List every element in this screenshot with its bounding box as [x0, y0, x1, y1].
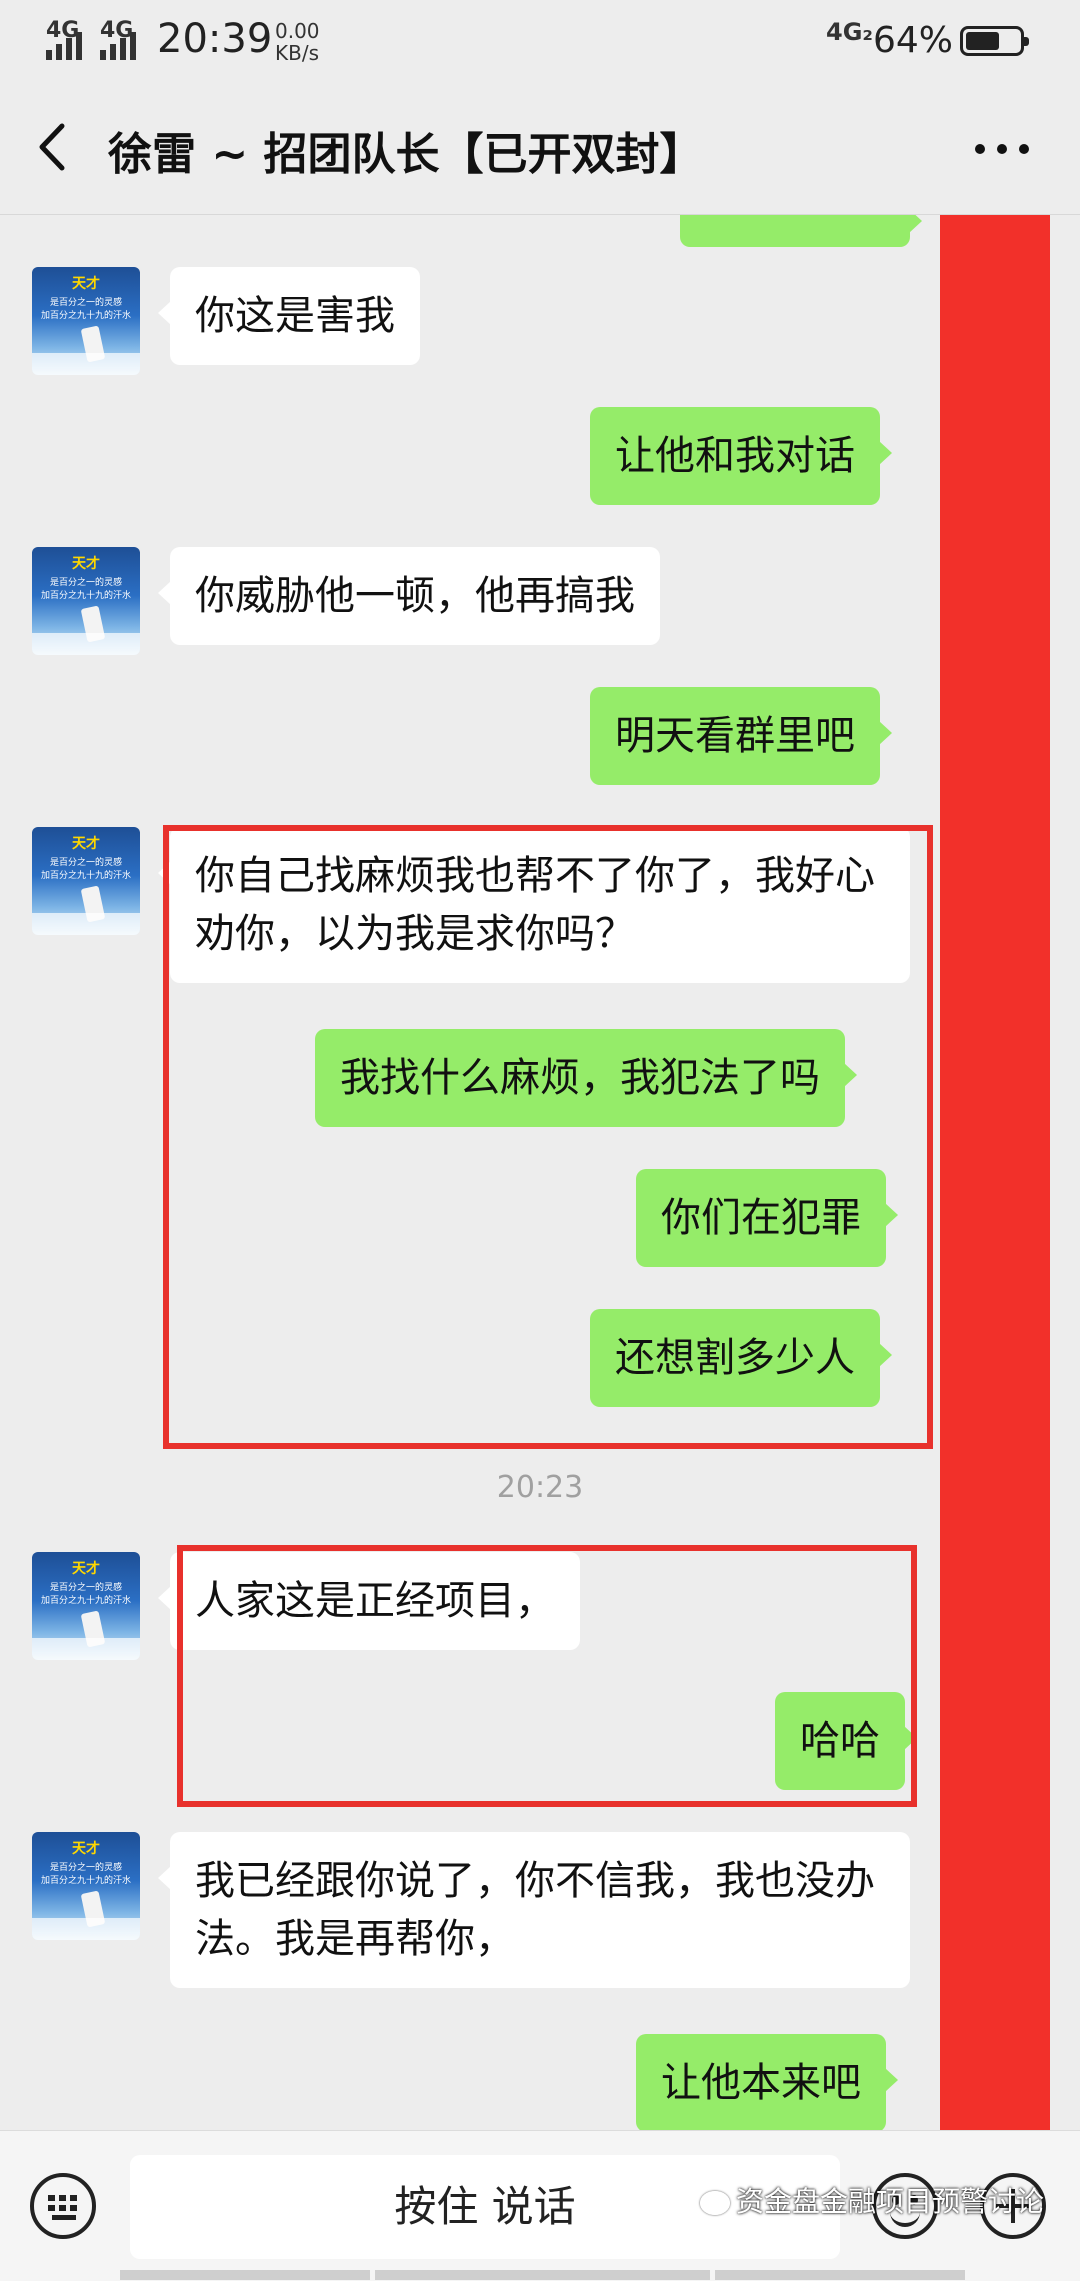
avatar-text-line: 是百分之一的灵感 [49, 1863, 122, 1873]
avatar[interactable]: 天才 是百分之一的灵感 加百分之九十九的汗水 [32, 827, 140, 935]
clock: 20:39 [157, 16, 273, 62]
avatar-text-line: 是百分之一的灵感 [49, 578, 122, 588]
nav-gesture-bar [120, 2270, 370, 2280]
back-arrow-icon[interactable] [34, 122, 74, 172]
message-bubble-right[interactable]: 让他和我对话 [590, 407, 892, 505]
avatar-text-line: 是百分之一的灵感 [49, 1583, 122, 1593]
avatar-text-line: 加百分之九十九的汗水 [40, 871, 131, 881]
nav-gesture-bar [715, 2270, 965, 2280]
avatar-text-body: 是百分之一的灵感 加百分之九十九的汗水 [36, 1582, 136, 1608]
avatar-text-body: 是百分之一的灵感 加百分之九十九的汗水 [36, 1862, 136, 1888]
avatar-text-body: 是百分之一的灵感 加百分之九十九的汗水 [36, 297, 136, 323]
status-bar: 4G 4G 20:39 0.00 KB/s 4G₂ 64% [0, 0, 1080, 80]
voice-keyboard-toggle-icon[interactable] [30, 2173, 96, 2239]
message-timestamp: 20:23 [496, 1470, 584, 1505]
nav-gesture-bar [375, 2270, 710, 2280]
battery-percent: 64% [873, 20, 954, 61]
avatar-text-line: 是百分之一的灵感 [49, 298, 122, 308]
network-speed: 0.00 KB/s [275, 20, 320, 64]
highlight-box [177, 1545, 917, 1807]
avatar-text-body: 是百分之一的灵感 加百分之九十九的汗水 [36, 577, 136, 603]
redaction-bar [940, 215, 1050, 2130]
wechat-official-account-icon [700, 2191, 730, 2215]
message-bubble-left[interactable]: 你威胁他一顿，他再搞我 [158, 547, 660, 645]
avatar[interactable]: 天才 是百分之一的灵感 加百分之九十九的汗水 [32, 1552, 140, 1660]
avatar[interactable]: 天才 是百分之一的灵感 加百分之九十九的汗水 [32, 267, 140, 375]
avatar[interactable]: 天才 是百分之一的灵感 加百分之九十九的汗水 [32, 547, 140, 655]
more-options-icon[interactable] [975, 140, 1035, 160]
network-type-2: 4G [100, 18, 134, 43]
chat-area[interactable]: 天才 是百分之一的灵感 加百分之九十九的汗水 你这是害我 让他和我对话 天才 是百… [0, 215, 1080, 2130]
avatar-text-line: 加百分之九十九的汗水 [40, 591, 131, 601]
highlight-box [163, 825, 933, 1449]
network-type-right: 4G₂ [826, 18, 873, 46]
message-bubble-right[interactable]: 让他本来吧 [636, 2034, 898, 2130]
battery-icon [960, 26, 1029, 56]
avatar-text-title: 天才 [72, 1561, 100, 1577]
avatar[interactable]: 天才 是百分之一的灵感 加百分之九十九的汗水 [32, 1832, 140, 1940]
message-bubble-left[interactable]: 我已经跟你说了，你不信我，我也没办法。我是再帮你， [158, 1832, 910, 1988]
chat-title: 徐雷 ~ 招团队长【已开双封】 [108, 129, 704, 180]
avatar-text-line: 是百分之一的灵感 [49, 858, 122, 868]
message-bubble-partial [680, 215, 922, 247]
chat-header: 徐雷 ~ 招团队长【已开双封】 [0, 80, 1080, 215]
message-bubble-right[interactable]: 明天看群里吧 [590, 687, 892, 785]
network-type-1: 4G [46, 18, 80, 43]
message-bubble-left[interactable]: 你这是害我 [158, 267, 420, 365]
avatar-text-line: 加百分之九十九的汗水 [40, 1876, 131, 1886]
network-speed-value: 0.00 [275, 19, 320, 43]
avatar-text-line: 加百分之九十九的汗水 [40, 1596, 131, 1606]
avatar-text-title: 天才 [72, 1841, 100, 1857]
network-speed-unit: KB/s [275, 41, 319, 65]
watermark-text: 资金盘金融项目预警讨论 [736, 2185, 1045, 2218]
avatar-text-line: 加百分之九十九的汗水 [40, 311, 131, 321]
watermark: 资金盘金融项目预警讨论 [700, 2180, 1044, 2220]
avatar-text-title: 天才 [72, 836, 100, 852]
avatar-text-title: 天才 [72, 556, 100, 572]
avatar-text-title: 天才 [72, 276, 100, 292]
avatar-text-body: 是百分之一的灵感 加百分之九十九的汗水 [36, 857, 136, 883]
